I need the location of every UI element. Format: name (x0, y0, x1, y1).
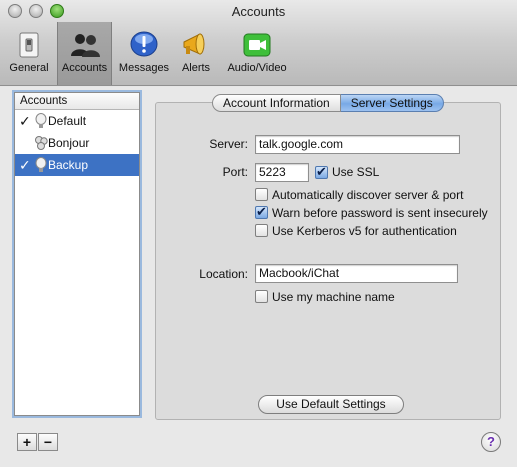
toolbar-messages-label: Messages (118, 62, 170, 74)
help-button[interactable]: ? (481, 432, 501, 452)
auto-discover-label: Automatically discover server & port (272, 188, 464, 202)
auto-discover-checkbox[interactable] (255, 188, 268, 201)
preferences-content: Accounts ✓ Default Bonjour ✓ Backup + − … (0, 87, 517, 467)
switch-icon (13, 30, 45, 60)
remove-account-button[interactable]: − (38, 433, 58, 451)
machine-name-checkbox[interactable] (255, 290, 268, 303)
settings-tabs: Account Information Server Settings (212, 94, 444, 112)
bonjour-icon (34, 135, 48, 151)
accounts-list[interactable]: Accounts ✓ Default Bonjour ✓ Backup (14, 92, 140, 416)
server-label: Server: (209, 137, 248, 151)
use-default-settings-button[interactable]: Use Default Settings (258, 395, 404, 414)
server-field[interactable]: talk.google.com (255, 135, 460, 154)
toolbar-audio-video[interactable]: Audio/Video (221, 28, 293, 84)
port-field[interactable]: 5223 (255, 163, 309, 182)
toolbar-alerts[interactable]: Alerts (176, 28, 216, 84)
lightbulb-icon (34, 113, 48, 129)
use-ssl-checkbox[interactable] (315, 164, 328, 180)
kerberos-checkbox[interactable] (255, 224, 268, 237)
toolbar-audio-video-label: Audio/Video (227, 62, 287, 74)
window-title: Accounts (231, 4, 286, 19)
account-name: Default (48, 114, 87, 128)
lightbulb-icon (34, 157, 48, 173)
toolbar-messages[interactable]: Messages (116, 28, 172, 84)
toolbar-general[interactable]: General (4, 28, 54, 84)
tab-server-settings[interactable]: Server Settings (340, 94, 444, 112)
accounts-list-header: Accounts (15, 93, 139, 110)
add-account-button[interactable]: + (17, 433, 37, 451)
account-row-default[interactable]: ✓ Default (15, 110, 139, 132)
toolbar-alerts-label: Alerts (181, 62, 211, 74)
account-enabled-check-icon[interactable]: ✓ (19, 154, 31, 176)
location-label: Location: (199, 267, 248, 281)
account-enabled-check-icon[interactable]: ✓ (19, 110, 31, 132)
toolbar-general-label: General (9, 62, 49, 74)
people-icon (69, 30, 101, 60)
title-bar: Accounts General Accounts Messages Alert… (0, 0, 517, 86)
toolbar-accounts-label: Accounts (61, 62, 108, 74)
warn-password-label: Warn before password is sent insecurely (272, 206, 488, 220)
tab-account-information[interactable]: Account Information (212, 94, 341, 112)
account-name: Backup (48, 158, 89, 172)
machine-name-label: Use my machine name (272, 290, 395, 304)
exclamation-bubble-icon (128, 30, 160, 60)
account-name: Bonjour (48, 136, 90, 150)
kerberos-label: Use Kerberos v5 for authentication (272, 224, 457, 238)
location-field[interactable]: Macbook/iChat (255, 264, 458, 283)
account-row-bonjour[interactable]: Bonjour (15, 132, 139, 154)
preferences-window: Accounts General Accounts Messages Alert… (0, 0, 517, 467)
warn-password-checkbox[interactable] (255, 204, 268, 220)
account-row-backup[interactable]: ✓ Backup (15, 154, 139, 176)
use-ssl-label: Use SSL (332, 165, 380, 179)
toolbar-accounts[interactable]: Accounts (57, 22, 112, 85)
megaphone-icon (180, 30, 212, 60)
port-label: Port: (222, 165, 248, 179)
video-camera-icon (241, 30, 273, 60)
